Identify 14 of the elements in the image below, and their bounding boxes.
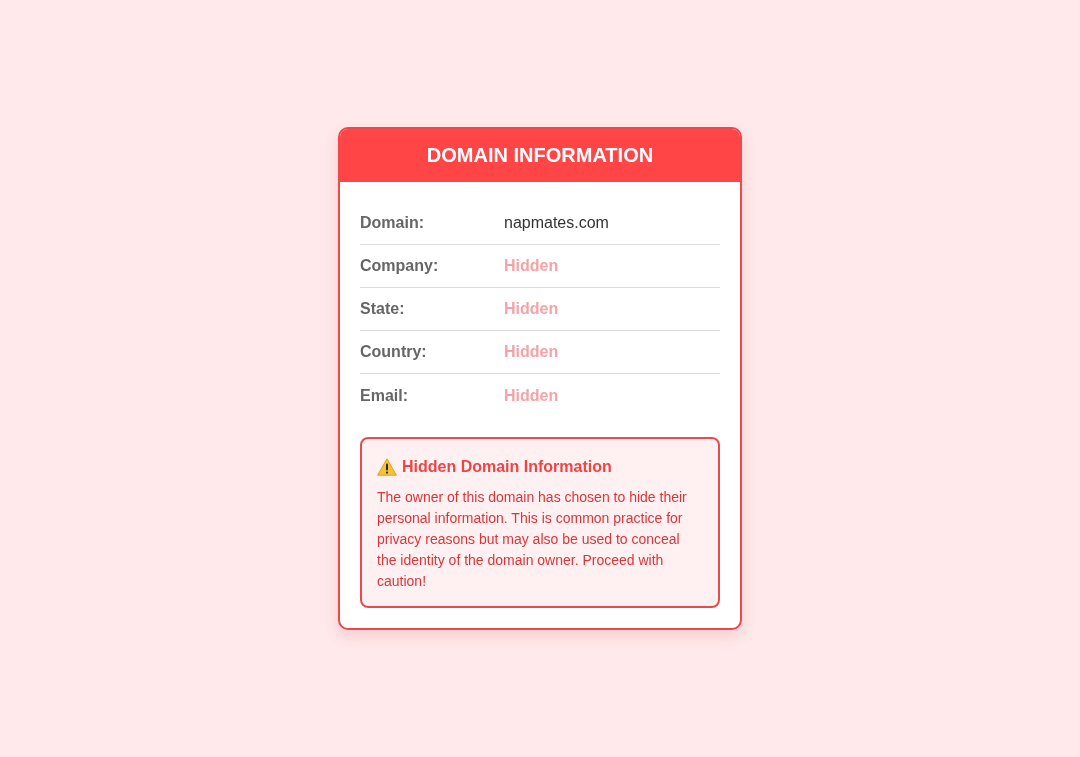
field-label: Company: [360,257,440,275]
warning-title: Hidden Domain Information [402,457,612,477]
hidden-value: Hidden [504,300,559,318]
field-label: State: [360,300,406,318]
warning-message: The owner of this domain has chosen to hide their personal information. This is common practice for privacy reasons but may also be used to conceal the identity of the domain owner. Proceed with caution! [377,488,688,591]
field-label: Email: [360,386,409,405]
card-title: DOMAIN INFORMATION [426,144,654,167]
hidden-value: Hidden [504,343,559,361]
hidden-value: Hidden [504,386,559,405]
hidden-value: Hidden [504,257,559,275]
field-label: Domain: [360,214,425,232]
field-value: napmates.com [504,214,609,232]
field-label: Country: [360,343,428,361]
warning-icon [377,458,397,476]
